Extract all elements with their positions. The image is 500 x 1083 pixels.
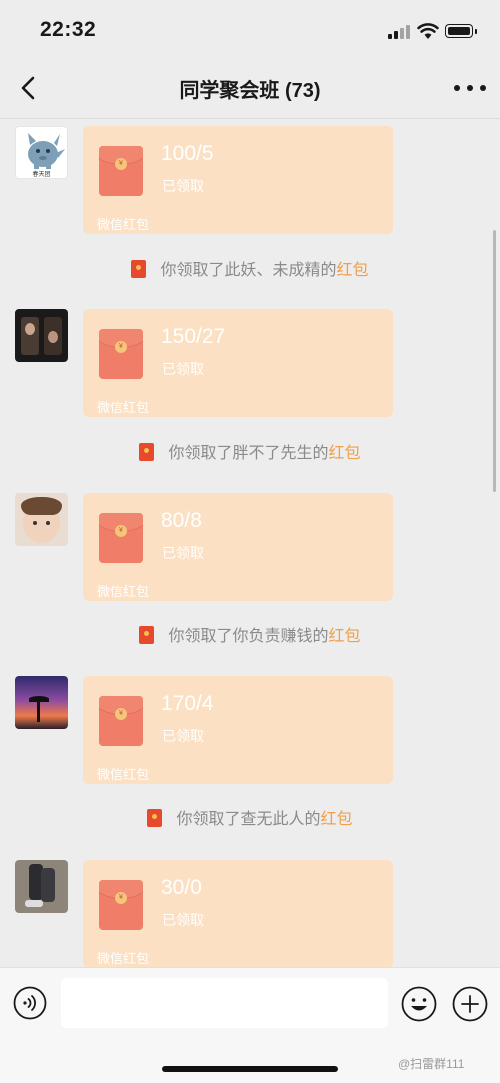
red-envelope-icon: ¥ [99, 880, 143, 930]
red-packet-status: 已领取 [162, 912, 204, 928]
system-notice: 你领取了你负责赚钱的红包 [0, 622, 500, 648]
red-packet-link[interactable]: 红包 [337, 262, 369, 279]
notice-text: 你领取了你负责赚钱的 [168, 628, 329, 645]
red-packet-status: 已领取 [162, 545, 204, 561]
red-envelope-icon: ¥ [99, 696, 143, 746]
avatar[interactable]: 春天团 [15, 126, 68, 179]
voice-input-icon[interactable] [13, 986, 47, 1020]
watermark: @扫雷群111 [398, 1057, 465, 1071]
status-bar: 22:32 [0, 0, 500, 60]
red-packet-card[interactable]: ¥ 100/5 已领取 微信红包 [83, 126, 393, 234]
system-notice: 你领取了此妖、未成精的红包 [0, 256, 500, 282]
system-notice: 你领取了查无此人的红包 [0, 805, 500, 831]
red-packet-card[interactable]: ¥ 30/0 已领取 微信红包 [83, 860, 393, 967]
back-icon[interactable] [14, 72, 46, 104]
chat-scrollbar[interactable] [493, 230, 496, 492]
cellular-signal-icon [388, 25, 410, 39]
red-packet-status: 已领取 [162, 178, 204, 194]
red-packet-amount: 30/0 [161, 876, 202, 899]
status-time: 22:32 [40, 18, 97, 41]
red-packet-status: 已领取 [162, 728, 204, 744]
emoji-icon[interactable] [401, 986, 437, 1022]
red-packet-link[interactable]: 红包 [329, 445, 361, 462]
more-options-icon[interactable] [454, 72, 486, 104]
avatar-caption: 春天团 [32, 172, 51, 178]
red-packet-link[interactable]: 红包 [329, 628, 361, 645]
wifi-icon [417, 23, 439, 39]
red-envelope-icon: ¥ [99, 146, 143, 196]
more-functions-icon[interactable] [452, 986, 488, 1022]
red-packet-brand: 微信红包 [97, 584, 150, 599]
red-packet-amount: 170/4 [161, 692, 214, 715]
message-input[interactable] [61, 978, 388, 1028]
notice-text: 你领取了查无此人的 [176, 811, 321, 828]
red-packet-mini-icon [147, 809, 163, 827]
notice-text: 你领取了此妖、未成精的 [160, 262, 337, 279]
red-packet-amount: 150/27 [161, 325, 226, 348]
red-packet-status: 已领取 [162, 361, 204, 377]
avatar[interactable] [15, 676, 68, 729]
red-packet-brand: 微信红包 [97, 951, 150, 966]
red-packet-card[interactable]: ¥ 150/27 已领取 微信红包 [83, 309, 393, 417]
avatar[interactable] [15, 309, 68, 362]
red-packet-amount: 80/8 [161, 509, 202, 532]
red-envelope-icon: ¥ [99, 329, 143, 379]
notice-text: 你领取了胖不了先生的 [168, 445, 329, 462]
red-packet-mini-icon [131, 260, 147, 278]
chat-title: 同学聚会班 (73) [179, 80, 321, 102]
red-packet-brand: 微信红包 [97, 767, 150, 782]
red-packet-link[interactable]: 红包 [321, 811, 353, 828]
red-packet-amount: 100/5 [161, 142, 214, 165]
red-packet-mini-icon [139, 626, 155, 644]
chat-area[interactable]: 春天团 ¥ 100/5 已领取 微信红包 你领取了此妖、未成精的红包 ¥ 150… [0, 119, 500, 967]
red-packet-brand: 微信红包 [97, 217, 150, 232]
home-indicator[interactable] [162, 1066, 338, 1072]
chat-header: 同学聚会班 (73) [0, 60, 500, 119]
red-packet-card[interactable]: ¥ 170/4 已领取 微信红包 [83, 676, 393, 784]
avatar[interactable] [15, 493, 68, 546]
avatar[interactable] [15, 860, 68, 913]
red-packet-brand: 微信红包 [97, 400, 150, 415]
red-packet-card[interactable]: ¥ 80/8 已领取 微信红包 [83, 493, 393, 601]
red-envelope-icon: ¥ [99, 513, 143, 563]
system-notice: 你领取了胖不了先生的红包 [0, 439, 500, 465]
red-packet-mini-icon [139, 443, 155, 461]
battery-icon [445, 24, 477, 38]
